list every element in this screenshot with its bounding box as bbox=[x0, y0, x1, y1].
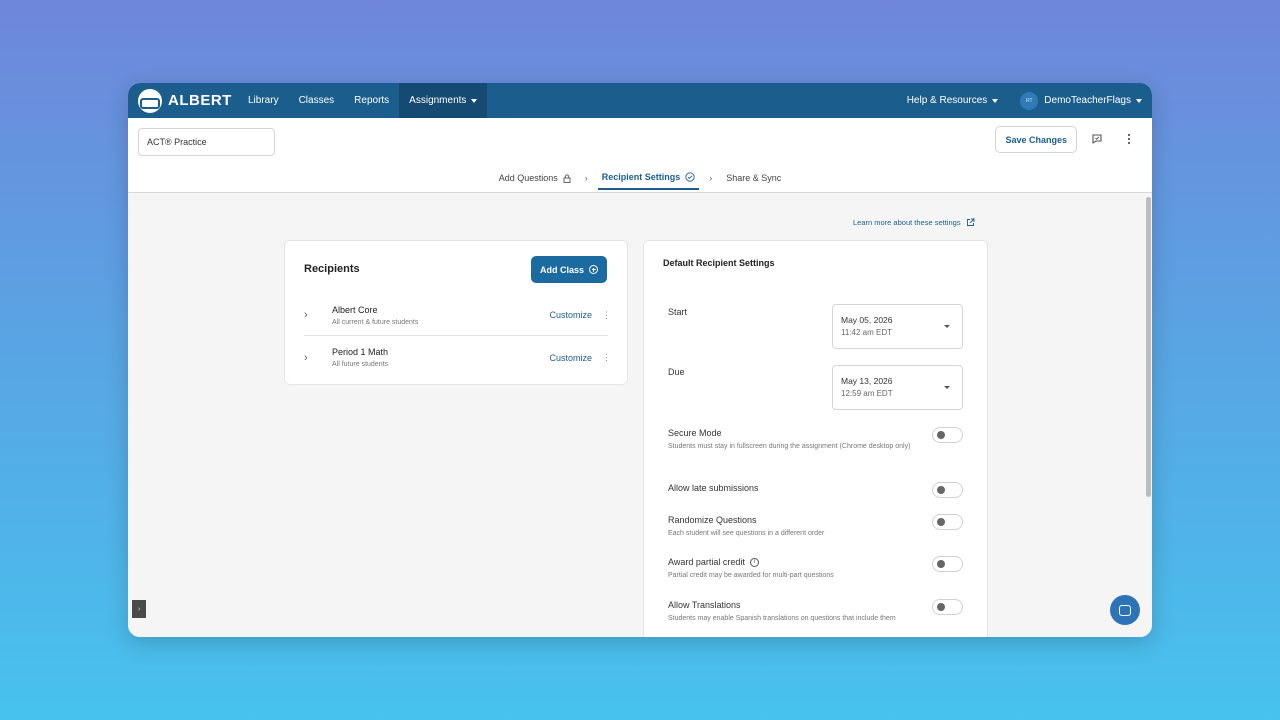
nav-assignments[interactable]: Assignments bbox=[399, 83, 488, 118]
toggle-label: Allow Translations bbox=[668, 600, 741, 610]
wizard-steps: Add Questions › Recipient Settings › Sha… bbox=[128, 166, 1152, 190]
partial-credit-setting: Award partial credit i Partial credit ma… bbox=[668, 556, 963, 581]
chevron-down-icon bbox=[471, 98, 478, 103]
class-row: › Albert Core All current & future stude… bbox=[304, 295, 611, 336]
assignment-title-input[interactable] bbox=[138, 128, 275, 156]
step-recipient-settings[interactable]: Recipient Settings bbox=[597, 166, 700, 190]
albert-mascot-icon bbox=[138, 88, 162, 113]
class-subtitle: All future students bbox=[332, 361, 389, 368]
toggle-label: Secure Mode bbox=[668, 428, 722, 438]
start-date-picker[interactable]: May 05, 2026 11:42 am EDT bbox=[832, 304, 963, 349]
default-settings-title: Default Recipient Settings bbox=[663, 258, 775, 268]
class-info: Period 1 Math All future students bbox=[332, 347, 549, 368]
learn-more-link[interactable]: Learn more about these settings bbox=[853, 218, 975, 227]
main-content: Learn more about these settings Recipien… bbox=[128, 193, 1152, 637]
scrollbar[interactable] bbox=[1146, 197, 1151, 497]
toggle-description: Students must stay in fullscreen during … bbox=[668, 443, 911, 450]
chevron-right-icon[interactable]: › bbox=[304, 352, 324, 364]
partial-credit-toggle[interactable] bbox=[932, 556, 963, 572]
app-window: ALBERT Library Classes Reports Assignmen… bbox=[128, 83, 1152, 637]
toggle-description: Each student will see questions in a dif… bbox=[668, 530, 825, 537]
step-add-questions-label: Add Questions bbox=[498, 173, 558, 183]
user-name: DemoTeacherFlags bbox=[1044, 95, 1131, 106]
randomize-questions-setting: Randomize Questions Each student will se… bbox=[668, 514, 963, 539]
external-link-icon bbox=[966, 218, 975, 226]
top-nav: ALBERT Library Classes Reports Assignmen… bbox=[128, 83, 1152, 118]
chevron-right-icon[interactable]: › bbox=[304, 309, 324, 321]
randomize-questions-toggle[interactable] bbox=[932, 514, 963, 530]
toggle-label-wrap: Award partial credit i bbox=[668, 557, 963, 567]
nav-reports[interactable]: Reports bbox=[344, 83, 399, 118]
start-label: Start bbox=[668, 307, 688, 317]
info-icon[interactable]: i bbox=[749, 557, 759, 567]
toggle-knob bbox=[937, 431, 945, 439]
save-changes-button[interactable]: Save Changes bbox=[995, 126, 1077, 153]
late-submissions-toggle[interactable] bbox=[932, 482, 963, 498]
toggle-label: Award partial credit bbox=[668, 557, 745, 567]
toggle-knob bbox=[937, 603, 945, 611]
late-submissions-setting: Allow late submissions bbox=[668, 482, 963, 498]
assignment-header: Save Changes Add Questions › Recipient S… bbox=[128, 118, 1152, 193]
class-info: Albert Core All current & future student… bbox=[332, 305, 549, 326]
nav-assignments-label: Assignments bbox=[409, 95, 467, 106]
start-date: May 05, 2026 bbox=[841, 315, 893, 325]
feedback-icon[interactable] bbox=[1089, 131, 1105, 147]
class-row: › Period 1 Math All future students Cust… bbox=[304, 337, 611, 378]
toggle-knob bbox=[937, 486, 945, 494]
learn-more-label: Learn more about these settings bbox=[853, 218, 961, 227]
translations-setting: Allow Translations Students may enable S… bbox=[668, 599, 963, 624]
toggle-description: Partial credit may be awarded for multi-… bbox=[668, 572, 834, 579]
due-label: Due bbox=[668, 367, 685, 377]
lock-icon bbox=[563, 174, 571, 183]
class-subtitle: All current & future students bbox=[332, 318, 419, 326]
chat-support-button[interactable] bbox=[1110, 595, 1140, 625]
step-recipient-settings-label: Recipient Settings bbox=[601, 172, 681, 182]
avatar: RT bbox=[1020, 91, 1039, 110]
help-resources-label: Help & Resources bbox=[906, 95, 988, 106]
more-options-icon[interactable]: ⋮ bbox=[602, 310, 611, 321]
nav-right: Help & Resources RT DemoTeacherFlags bbox=[897, 83, 1152, 118]
customize-link[interactable]: Customize bbox=[549, 353, 592, 363]
chevron-down-icon bbox=[1136, 98, 1142, 103]
secure-mode-toggle[interactable] bbox=[932, 427, 963, 443]
user-menu[interactable]: RT DemoTeacherFlags bbox=[1008, 91, 1152, 110]
nav-classes[interactable]: Classes bbox=[289, 83, 345, 118]
check-circle-icon bbox=[685, 172, 695, 182]
chevron-right-icon: › bbox=[709, 173, 713, 183]
recipients-title: Recipients bbox=[304, 263, 360, 275]
start-time: 11:42 am EDT bbox=[841, 328, 892, 337]
add-class-button[interactable]: Add Class bbox=[531, 256, 607, 283]
albert-logo[interactable]: ALBERT bbox=[138, 88, 238, 113]
more-options-icon[interactable] bbox=[1121, 131, 1137, 147]
recipients-card: Recipients Add Class › Albert Core All c… bbox=[284, 240, 628, 385]
toggle-knob bbox=[937, 518, 945, 526]
due-date: May 13, 2026 bbox=[841, 376, 893, 386]
chevron-right-icon: › bbox=[584, 173, 588, 183]
toggle-description: Students may enable Spanish translations… bbox=[668, 615, 896, 622]
translations-toggle[interactable] bbox=[932, 599, 963, 615]
due-time: 12:59 am EDT bbox=[841, 389, 893, 398]
more-options-icon[interactable]: ⋮ bbox=[602, 352, 611, 363]
caret-down-icon bbox=[944, 386, 950, 389]
class-name: Period 1 Math bbox=[332, 347, 389, 357]
step-share-sync[interactable]: Share & Sync bbox=[722, 166, 785, 190]
chat-icon bbox=[1119, 604, 1131, 616]
chevron-down-icon bbox=[992, 98, 999, 103]
default-settings-card: Default Recipient Settings Start May 05,… bbox=[643, 240, 988, 637]
class-name: Albert Core bbox=[332, 304, 378, 315]
brand-name: ALBERT bbox=[168, 92, 232, 109]
customize-link[interactable]: Customize bbox=[549, 310, 592, 320]
nav-library[interactable]: Library bbox=[238, 83, 289, 118]
toggle-knob bbox=[937, 560, 945, 568]
step-add-questions[interactable]: Add Questions bbox=[495, 166, 575, 190]
toggle-label: Allow late submissions bbox=[668, 483, 759, 493]
secure-mode-setting: Secure Mode Students must stay in fullsc… bbox=[668, 427, 963, 452]
sidebar-expand-icon[interactable]: › bbox=[132, 600, 146, 618]
toggle-label: Randomize Questions bbox=[668, 515, 757, 525]
due-date-picker[interactable]: May 13, 2026 12:59 am EDT bbox=[832, 365, 963, 410]
plus-circle-icon bbox=[589, 265, 598, 274]
help-resources-menu[interactable]: Help & Resources bbox=[897, 83, 1009, 118]
add-class-label: Add Class bbox=[539, 264, 584, 275]
caret-down-icon bbox=[944, 325, 950, 328]
